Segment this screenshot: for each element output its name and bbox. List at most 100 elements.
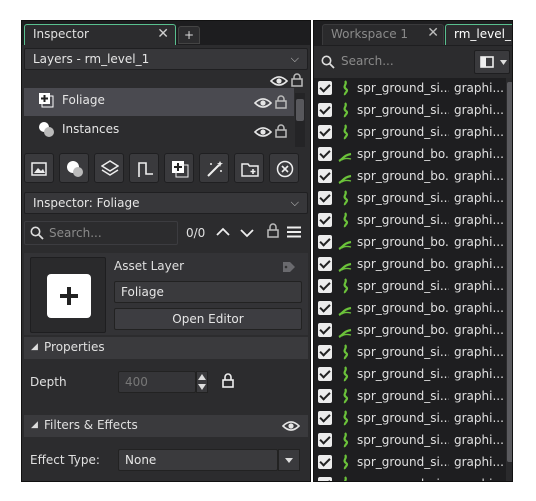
open-editor-button[interactable]: Open Editor (114, 308, 302, 330)
layer-item-instances[interactable]: Instances (24, 117, 294, 145)
asset-type: graphi... (454, 81, 504, 95)
asset-checkbox[interactable] (318, 367, 332, 381)
depth-stepper[interactable] (196, 371, 208, 393)
asset-checkbox[interactable] (318, 345, 332, 359)
stepper-down-icon[interactable] (198, 384, 206, 390)
search-input[interactable] (49, 226, 171, 240)
chevron-down-icon[interactable] (240, 228, 254, 238)
eye-icon[interactable] (254, 126, 272, 138)
asset-checkbox[interactable] (318, 455, 332, 469)
instance-layer-icon (67, 161, 83, 177)
asset-preview[interactable] (30, 257, 106, 333)
asset-row[interactable]: spr_ground_bo... graphi... (314, 320, 506, 342)
asset-row[interactable]: spr_ground_si... graphi... (314, 122, 506, 144)
filters-effects-header[interactable]: ◢ Filters & Effects (24, 415, 308, 437)
asset-row[interactable]: spr_ground_bo... graphi... (314, 166, 506, 188)
layers-dropdown[interactable]: Layers - rm_level_1 ⌵ (24, 48, 308, 70)
stepper-up-icon[interactable] (198, 374, 206, 380)
asset-list: spr_ground_si... graphi... spr_ground_si..… (314, 78, 512, 481)
asset-checkbox[interactable] (318, 81, 332, 95)
asset-row[interactable]: spr_ground_bo... graphi... (314, 144, 506, 166)
asset-row[interactable]: spr_ground_si... graphi... (314, 210, 506, 232)
layer-item-foliage[interactable]: Foliage (24, 88, 294, 116)
menu-icon[interactable] (287, 226, 301, 238)
asset-row[interactable]: spr_ground_si... graphi... (314, 100, 506, 122)
asset-row[interactable]: spr_ground_si... graphi... (314, 342, 506, 364)
inspector-target-dropdown[interactable]: Inspector: Foliage ⌵ (24, 192, 308, 214)
asset-row[interactable]: spr_ground_si... graphi... (314, 430, 506, 452)
lock-icon[interactable] (222, 373, 234, 388)
asset-row[interactable]: spr_ground_si... graphi... (314, 474, 506, 481)
layer-name-field[interactable]: Foliage (114, 281, 302, 303)
chevron-down-icon (285, 458, 293, 463)
add-effect-layer-button[interactable] (199, 153, 229, 183)
layers-scrollbar[interactable] (295, 93, 305, 147)
asset-row[interactable]: spr_ground_bo... graphi... (314, 232, 506, 254)
scrollbar-thumb[interactable] (296, 99, 304, 121)
scrollbar-thumb[interactable] (507, 82, 512, 462)
sprite-icon (343, 278, 349, 294)
asset-row[interactable]: spr_ground_si... graphi... (314, 408, 506, 430)
asset-checkbox[interactable] (318, 323, 332, 337)
asset-search-input[interactable] (341, 54, 451, 68)
asset-row[interactable]: spr_ground_si... graphi... (314, 188, 506, 210)
close-icon[interactable]: ✕ (157, 26, 169, 42)
asset-checkbox[interactable] (318, 147, 332, 161)
tab-rm-level-1[interactable]: rm_level_1 (445, 24, 512, 45)
asset-checkbox[interactable] (318, 433, 332, 447)
tab-inspector[interactable]: Inspector ✕ (24, 24, 176, 45)
asset-checkbox[interactable] (318, 477, 332, 481)
asset-checkbox[interactable] (318, 125, 332, 139)
asset-row[interactable]: spr_ground_si... graphi... (314, 364, 506, 386)
asset-checkbox[interactable] (318, 389, 332, 403)
asset-list-scrollbar[interactable] (506, 78, 512, 481)
asset-row[interactable]: spr_ground_si... graphi... (314, 78, 506, 100)
asset-type: graphi... (454, 279, 504, 293)
delete-layer-button[interactable] (269, 153, 299, 183)
chevron-down-icon (500, 60, 507, 65)
effect-type-select[interactable]: None (118, 449, 278, 471)
lock-icon[interactable] (275, 95, 287, 109)
asset-checkbox[interactable] (318, 191, 332, 205)
search-result-count: 0/0 (186, 226, 206, 240)
layer-name: Foliage (62, 93, 105, 107)
asset-name: spr_ground_bo... (357, 301, 449, 315)
asset-checkbox[interactable] (318, 213, 332, 227)
tab-workspace-1[interactable]: Workspace 1 ✕ (322, 24, 444, 45)
add-instance-layer-button[interactable] (59, 153, 89, 183)
asset-checkbox[interactable] (318, 411, 332, 425)
lock-icon[interactable] (291, 73, 303, 87)
add-folder-button[interactable] (234, 153, 264, 183)
asset-checkbox[interactable] (318, 257, 332, 271)
asset-checkbox[interactable] (318, 235, 332, 249)
eye-icon[interactable] (282, 420, 300, 432)
close-icon[interactable]: ✕ (427, 25, 439, 41)
asset-checkbox[interactable] (318, 169, 332, 183)
effect-type-dropdown-button[interactable] (278, 449, 300, 471)
asset-name: spr_ground_si... (357, 367, 449, 381)
asset-row[interactable]: spr_ground_si... graphi... (314, 452, 506, 474)
tag-icon[interactable] (282, 261, 296, 273)
asset-row[interactable]: spr_ground_bo... graphi... (314, 254, 506, 276)
asset-row[interactable]: spr_ground_bo... graphi... (314, 298, 506, 320)
chevron-up-icon[interactable] (216, 227, 230, 237)
lock-icon[interactable] (267, 223, 279, 238)
sprite-icon (343, 366, 349, 382)
asset-checkbox[interactable] (318, 103, 332, 117)
asset-row[interactable]: spr_ground_si... graphi... (314, 276, 506, 298)
view-mode-button[interactable] (474, 50, 510, 74)
asset-name: spr_ground_si... (357, 103, 449, 117)
add-tab-button[interactable]: + (178, 26, 200, 44)
asset-checkbox[interactable] (318, 301, 332, 315)
asset-row[interactable]: spr_ground_si... graphi... (314, 386, 506, 408)
depth-field[interactable]: 400 (118, 371, 196, 393)
properties-header[interactable]: ◢ Properties (24, 337, 308, 359)
add-path-layer-button[interactable] (129, 153, 159, 183)
add-asset-layer-button[interactable] (164, 153, 194, 183)
eye-icon[interactable] (270, 75, 288, 87)
asset-checkbox[interactable] (318, 279, 332, 293)
add-tile-layer-button[interactable] (94, 153, 124, 183)
add-background-layer-button[interactable] (24, 153, 54, 183)
eye-icon[interactable] (254, 97, 272, 109)
lock-icon[interactable] (275, 124, 287, 138)
